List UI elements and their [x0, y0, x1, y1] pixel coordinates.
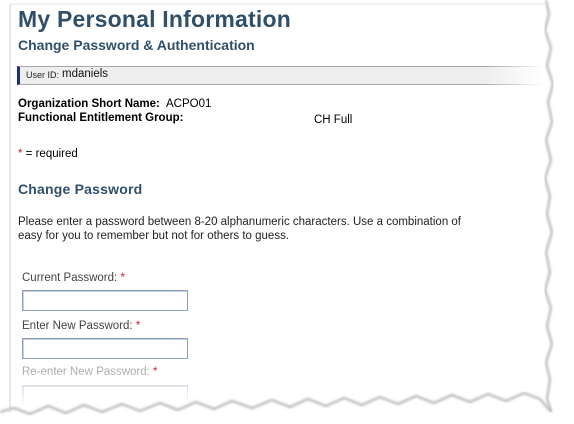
new-password-required-star: * — [135, 320, 141, 332]
confirm-password-required-star: * — [153, 366, 158, 378]
confirm-password-input[interactable] — [22, 385, 188, 406]
confirm-password-label-text: Re-enter New Password: — [22, 366, 150, 378]
password-instructions-line1: Please enter a password between 8-20 alp… — [18, 216, 461, 228]
required-note: * = required — [18, 148, 78, 160]
org-short-name-label: Organization Short Name: — [18, 98, 160, 110]
current-password-label-text: Current Password: — [22, 272, 118, 284]
user-id-value: mdaniels — [62, 68, 109, 80]
required-note-text: = required — [22, 148, 78, 160]
current-password-required-star: * — [120, 272, 125, 284]
password-instructions: Please enter a password between 8-20 alp… — [18, 215, 555, 243]
page-subtitle: Change Password & Authentication — [18, 37, 255, 53]
entitlement-group-value: CH Full — [314, 114, 353, 126]
page-title: My Personal Information — [18, 6, 291, 32]
content-panel: My Personal Information Change Password … — [10, 4, 555, 416]
change-password-heading: Change Password — [18, 181, 143, 197]
user-id-bar: User ID: mdaniels — [17, 66, 555, 85]
org-short-name-value: ACPO01 — [166, 98, 212, 110]
new-password-input[interactable] — [22, 338, 188, 359]
entitlement-group-label: Functional Entitlement Group: — [18, 112, 184, 124]
user-id-label: User ID: — [26, 70, 60, 80]
confirm-password-label: Re-enter New Password: * — [22, 366, 158, 378]
current-password-input[interactable] — [22, 290, 188, 311]
current-password-label: Current Password: * — [22, 272, 125, 284]
new-password-label-text: Enter New Password: — [22, 320, 133, 332]
password-instructions-line2: easy for you to remember but not for oth… — [18, 230, 290, 242]
page: My Personal Information Change Password … — [0, 0, 574, 424]
new-password-label: Enter New Password: * — [22, 320, 140, 332]
